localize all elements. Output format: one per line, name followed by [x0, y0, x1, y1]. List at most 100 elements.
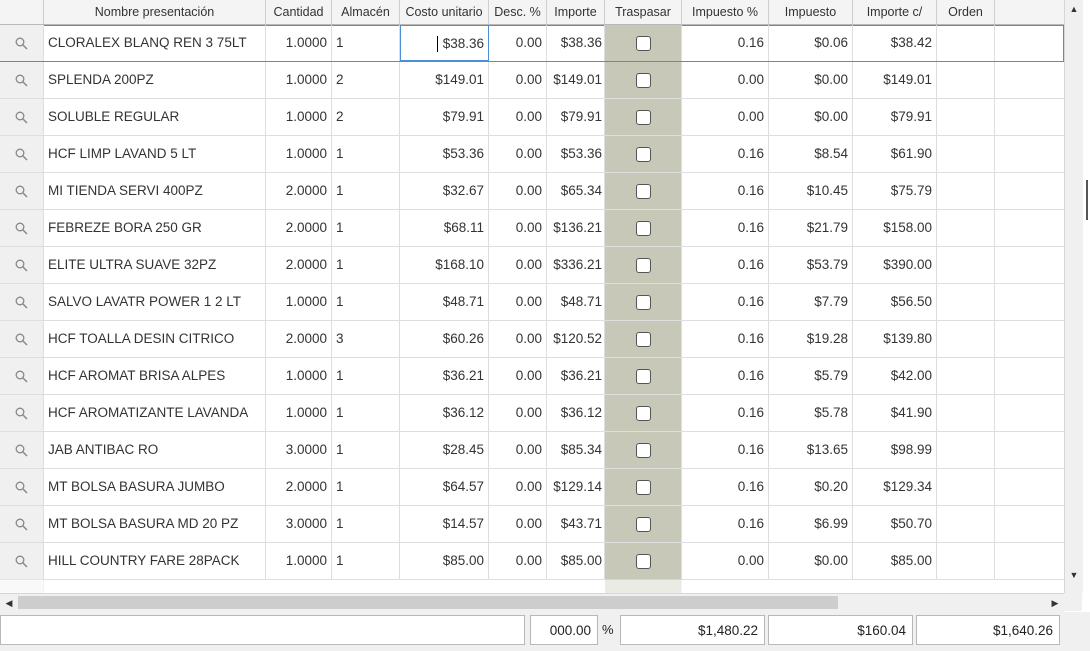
cell-nombre[interactable]: MT BOLSA BASURA JUMBO [44, 469, 266, 505]
traspasar-checkbox[interactable] [635, 146, 651, 162]
traspasar-checkbox[interactable] [635, 183, 651, 199]
row-selector-button[interactable] [0, 173, 44, 209]
traspasar-checkbox[interactable] [635, 35, 651, 51]
traspasar-checkbox[interactable] [635, 405, 651, 421]
header-costo[interactable]: Costo unitario [400, 0, 489, 24]
table-row[interactable]: MT BOLSA BASURA MD 20 PZ 3.0000 1 $14.57 0.0… [0, 506, 1064, 543]
cell-nombre[interactable]: HCF AROMATIZANTE LAVANDA [44, 395, 266, 431]
cell-almacen[interactable]: 1 [332, 358, 400, 394]
header-importe[interactable]: Importe [547, 0, 605, 24]
cell-cantidad[interactable]: 2.0000 [266, 173, 332, 209]
cell-nombre[interactable]: HCF TOALLA DESIN CITRICO [44, 321, 266, 357]
cell-orden[interactable] [937, 284, 995, 320]
cell-nombre[interactable]: HCF AROMAT BRISA ALPES [44, 358, 266, 394]
cell-cantidad[interactable]: 2.0000 [266, 321, 332, 357]
cell-orden[interactable] [937, 506, 995, 542]
traspasar-checkbox[interactable] [635, 442, 651, 458]
cell-cantidad[interactable]: 1.0000 [266, 358, 332, 394]
row-selector-button[interactable] [0, 136, 44, 172]
row-selector-button[interactable] [0, 321, 44, 357]
cell-nombre[interactable]: JAB ANTIBAC RO [44, 432, 266, 468]
table-row[interactable]: SALVO LAVATR POWER 1 2 LT 1.0000 1 $48.71 0.… [0, 284, 1064, 321]
arrow-left-icon[interactable]: ◀ [0, 594, 18, 612]
header-importe-c[interactable]: Importe c/ [853, 0, 937, 24]
cell-desc[interactable]: 0.00 [489, 99, 547, 135]
cell-almacen[interactable]: 3 [332, 321, 400, 357]
cell-costo[interactable]: $168.10 [400, 247, 489, 283]
table-row[interactable]: CLORALEX BLANQ REN 3 75LT 1.0000 1 $38.36 0.… [0, 25, 1064, 62]
cell-nombre[interactable]: CLORALEX BLANQ REN 3 75LT [44, 25, 266, 61]
traspasar-checkbox[interactable] [635, 72, 651, 88]
table-row[interactable]: HCF LIMP LAVAND 5 LT 1.0000 1 $53.36 0.00 $53… [0, 136, 1064, 173]
cell-costo[interactable]: $79.91 [400, 99, 489, 135]
cell-nombre[interactable]: FEBREZE BORA 250 GR [44, 210, 266, 246]
cell-costo[interactable]: $48.71 [400, 284, 489, 320]
row-selector-button[interactable] [0, 469, 44, 505]
cell-nombre[interactable]: SPLENDA 200PZ [44, 62, 266, 98]
traspasar-checkbox[interactable] [635, 516, 651, 532]
cell-costo-editing[interactable]: $38.36 [400, 25, 489, 61]
cell-nombre[interactable]: MI TIENDA SERVI 400PZ [44, 173, 266, 209]
cell-desc[interactable]: 0.00 [489, 432, 547, 468]
cell-almacen[interactable]: 1 [332, 543, 400, 579]
cell-costo[interactable]: $64.57 [400, 469, 489, 505]
cell-almacen[interactable]: 1 [332, 395, 400, 431]
cell-nombre[interactable]: SALVO LAVATR POWER 1 2 LT [44, 284, 266, 320]
cell-desc[interactable]: 0.00 [489, 136, 547, 172]
horizontal-scrollbar[interactable]: ◀ ▶ [0, 593, 1064, 612]
cell-orden[interactable] [937, 543, 995, 579]
cell-desc[interactable]: 0.00 [489, 210, 547, 246]
row-selector-button[interactable] [0, 25, 44, 61]
cell-cantidad[interactable]: 1.0000 [266, 25, 332, 61]
cell-cantidad[interactable]: 2.0000 [266, 247, 332, 283]
table-row[interactable]: HILL COUNTRY FARE 28PACK 1.0000 1 $85.00 0.0… [0, 543, 1064, 580]
header-almacen[interactable]: Almacén [332, 0, 400, 24]
cell-almacen[interactable]: 1 [332, 469, 400, 505]
cell-desc[interactable]: 0.00 [489, 25, 547, 61]
vertical-scrollbar[interactable]: ▲ ▼ [1064, 0, 1083, 593]
cell-cantidad[interactable]: 1.0000 [266, 543, 332, 579]
traspasar-checkbox[interactable] [635, 257, 651, 273]
cell-desc[interactable]: 0.00 [489, 395, 547, 431]
cell-orden[interactable] [937, 62, 995, 98]
table-row[interactable]: SPLENDA 200PZ 1.0000 2 $149.01 0.00 $149.01 0.… [0, 62, 1064, 99]
cell-desc[interactable]: 0.00 [489, 469, 547, 505]
header-traspasar[interactable]: Traspasar [605, 0, 682, 24]
cell-almacen[interactable]: 1 [332, 247, 400, 283]
cell-cantidad[interactable]: 2.0000 [266, 469, 332, 505]
row-selector-button[interactable] [0, 284, 44, 320]
cell-costo[interactable]: $149.01 [400, 62, 489, 98]
header-impuesto[interactable]: Impuesto [769, 0, 853, 24]
header-orden[interactable]: Orden [937, 0, 995, 24]
cell-nombre[interactable]: HCF LIMP LAVAND 5 LT [44, 136, 266, 172]
traspasar-checkbox[interactable] [635, 331, 651, 347]
traspasar-checkbox[interactable] [635, 294, 651, 310]
row-selector-button[interactable] [0, 506, 44, 542]
cell-orden[interactable] [937, 136, 995, 172]
cell-costo[interactable]: $32.67 [400, 173, 489, 209]
row-selector-button[interactable] [0, 247, 44, 283]
cell-nombre[interactable]: SOLUBLE REGULAR [44, 99, 266, 135]
cell-costo[interactable]: $68.11 [400, 210, 489, 246]
row-selector-button[interactable] [0, 358, 44, 394]
header-impuesto-pct[interactable]: Impuesto % [682, 0, 769, 24]
cell-costo[interactable]: $36.21 [400, 358, 489, 394]
cell-almacen[interactable]: 1 [332, 284, 400, 320]
table-row[interactable]: ELITE ULTRA SUAVE 32PZ 2.0000 1 $168.10 0.00… [0, 247, 1064, 284]
cell-cantidad[interactable]: 1.0000 [266, 136, 332, 172]
cell-cantidad[interactable]: 3.0000 [266, 506, 332, 542]
table-row[interactable]: HCF AROMATIZANTE LAVANDA 1.0000 1 $36.12 0.0… [0, 395, 1064, 432]
row-selector-button[interactable] [0, 210, 44, 246]
row-selector-button[interactable] [0, 99, 44, 135]
arrow-right-icon[interactable]: ▶ [1046, 594, 1064, 612]
cell-desc[interactable]: 0.00 [489, 284, 547, 320]
arrow-up-icon[interactable]: ▲ [1065, 0, 1083, 18]
header-desc[interactable]: Desc. % [489, 0, 547, 24]
cell-orden[interactable] [937, 247, 995, 283]
cell-orden[interactable] [937, 395, 995, 431]
cell-orden[interactable] [937, 321, 995, 357]
cell-costo[interactable]: $85.00 [400, 543, 489, 579]
cell-cantidad[interactable]: 3.0000 [266, 432, 332, 468]
cell-nombre[interactable]: HILL COUNTRY FARE 28PACK [44, 543, 266, 579]
cell-desc[interactable]: 0.00 [489, 506, 547, 542]
